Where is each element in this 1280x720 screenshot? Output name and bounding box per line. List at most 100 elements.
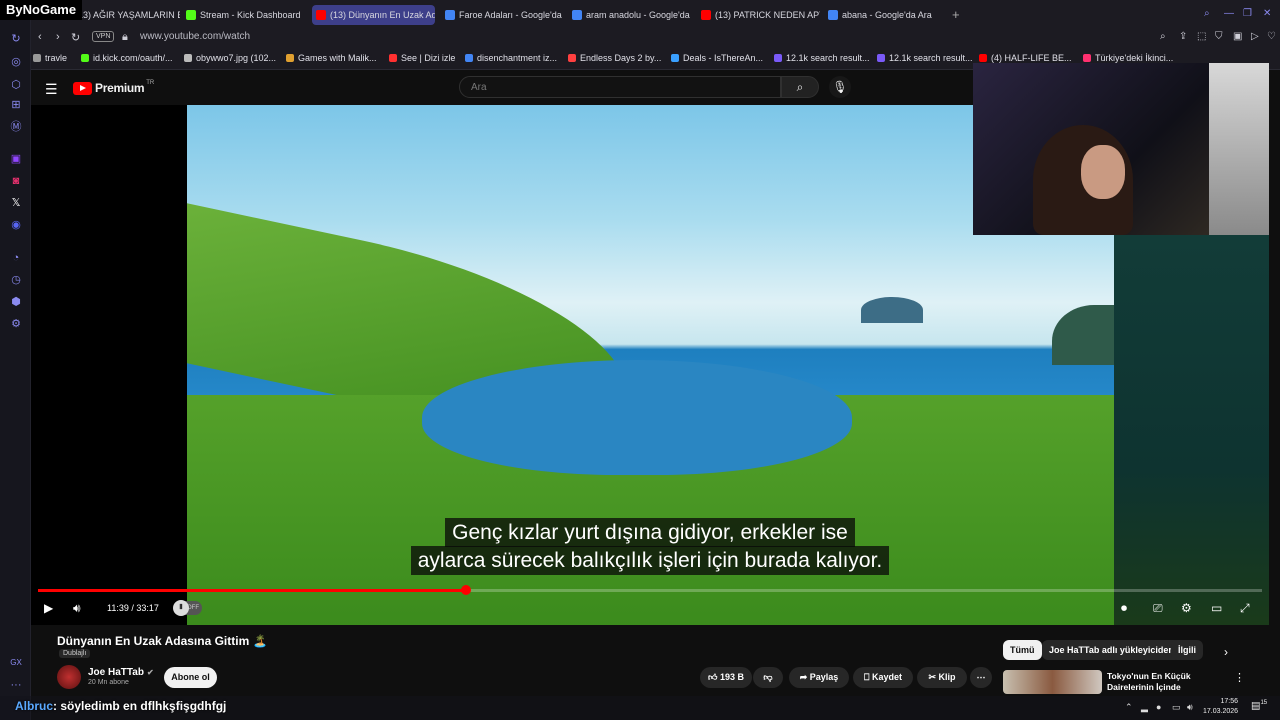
progress-played [38,589,467,592]
close-icon[interactable]: ✕ [1263,8,1271,19]
gx-icon[interactable]: GX [9,656,23,670]
theater-mode-icon[interactable]: ▭ [1211,601,1222,615]
dislike-button[interactable]: 👎︎ [753,667,783,688]
chat-overlay: Albruc: söyledimb en dflhkşfişgdhfgj [15,699,226,713]
bookmark-label: travle [45,53,68,63]
captions-icon[interactable]: ⎚ [1153,601,1163,616]
twitch-icon[interactable]: ▣ [9,152,23,166]
thumbs-up-icon: 👍︎ [708,672,718,682]
tab-7[interactable]: abana - Google'da Ara [824,5,947,25]
chip-related[interactable]: İlgili [1171,640,1203,660]
recommended-title[interactable]: Tokyo'nun En Küçük Dairelerinin İçinde [1107,671,1232,693]
gamepad-icon[interactable]: ⊞ [9,98,23,112]
more-icon[interactable]: ··· [9,678,23,692]
chevron-up-icon[interactable]: ⌃ [1125,702,1133,713]
url-field[interactable]: www.youtube.com/watch [140,31,250,42]
vpn-badge[interactable]: VPN [92,31,115,42]
bookmark-5[interactable]: See | Dizi izle [389,53,455,63]
search-input[interactable]: Ara [459,76,781,98]
tab-5[interactable]: aram anadolu - Google'da [568,5,691,25]
browser-sidebar: ↻ ◎ ⬡ ⊞ Ⓜ ▣ ◙ 𝕏 ◉ ◔ ◷ ⬢ ⚙ GX ··· [0,0,31,720]
zoom-icon[interactable]: ⌕ [1160,31,1166,42]
x-icon[interactable]: 𝕏 [9,196,23,210]
play-button[interactable]: ▶ [44,601,53,615]
tab-3[interactable]: (13) Dünyanın En Uzak Ad [312,5,435,25]
progress-bar[interactable] [38,585,1262,595]
cube-icon[interactable]: ⬡ [9,78,23,92]
clock-icon[interactable]: ◷ [9,273,23,287]
discord-icon[interactable]: ◉ [9,218,23,232]
tab-favicon-icon [701,10,711,20]
new-tab-button[interactable]: + [952,7,960,22]
network-icon[interactable]: ▂ [1141,702,1148,713]
refresh-icon[interactable]: ↻ [9,32,23,46]
clip-button[interactable]: ✂ Klip [917,667,967,688]
more-actions-button[interactable]: ⋯ [970,667,992,688]
system-clock[interactable]: 17:56 17.03.2026 [1203,697,1238,717]
instagram-icon[interactable]: ◙ [9,174,23,188]
play-icon[interactable]: ▷ [1251,31,1259,42]
search-button[interactable]: ⌕ [781,76,819,98]
heart-icon[interactable]: ♡ [1267,31,1276,42]
microphone-icon[interactable]: ● [1156,702,1161,712]
wallet-icon[interactable]: ▣ [1233,31,1242,42]
minimize-icon[interactable]: — [1224,8,1234,19]
bookmark-12[interactable]: Türkiye'deki İkinci... [1083,53,1173,63]
tab-2[interactable]: Stream - Kick Dashboard [182,5,305,25]
forward-icon[interactable]: › [56,31,60,43]
m-icon[interactable]: Ⓜ [9,120,23,134]
bookmark-favicon-icon [568,54,576,62]
bookmark-7[interactable]: Endless Days 2 by... [568,53,661,63]
bookmark-8[interactable]: Deals - IsThereAn... [671,53,763,63]
bookmark-1[interactable]: travle [33,53,67,63]
fullscreen-icon[interactable]: ⤢ [1240,601,1250,616]
bookmark-6[interactable]: disenchantment iz... [465,53,557,63]
bookmark-10[interactable]: 12.1k search result... [877,53,973,63]
search-icon[interactable]: ⌕ [1204,8,1210,19]
screenshot-icon[interactable]: ⬚ [1197,31,1206,42]
bookmark-4[interactable]: Games with Malik... [286,53,377,63]
settings-icon[interactable]: ⚙ [1181,601,1192,615]
notification-icon[interactable]: ▤15 [1251,700,1267,711]
microphone-icon: 🎙︎ [832,80,848,94]
bookmark-11[interactable]: (4) HALF-LIFE BE... [979,53,1072,63]
cube-outline-icon[interactable]: ⬢ [9,295,23,309]
history-icon[interactable]: ◔ [9,251,23,265]
bookmark-3[interactable]: obywwo7.jpg (102... [184,53,276,63]
like-button[interactable]: 👍︎ 193 B [700,667,752,688]
tab-label: Faroe Adaları - Google'da [459,10,562,20]
messenger-icon[interactable]: ◎ [9,55,23,69]
volume-icon[interactable]: 🔊︎ [73,601,81,616]
channel-avatar[interactable] [57,665,81,689]
volume-icon[interactable]: 🔊︎ [1187,702,1193,713]
tab-4[interactable]: Faroe Adaları - Google'da [441,5,564,25]
youtube-logo[interactable]: Premium TR [73,80,154,95]
reload-icon[interactable]: ↻ [71,31,80,44]
microphone-button[interactable]: 🎙︎ [829,76,851,98]
tab-6[interactable]: (13) PATRICK NEDEN APTA [697,5,820,25]
bookmark-2[interactable]: id.kick.com/oauth/... [81,53,173,63]
chip-uploader[interactable]: Joe HaTTab adlı yükleyiciden [1042,640,1181,660]
chevron-right-icon[interactable]: › [1224,645,1228,659]
pause-pill-icon[interactable]: ⏺ [1121,601,1127,616]
autoplay-toggle[interactable]: Ⅱ OFF [173,600,202,616]
settings-icon[interactable]: ⚙ [9,317,23,331]
bookmark-favicon-icon [671,54,679,62]
video-title: Dünyanın En Uzak Adasına Gittim 🏝️ [57,634,268,648]
subscribe-button[interactable]: Abone ol [164,667,217,688]
share-button[interactable]: ➦ Paylaş [789,667,849,688]
shield-icon[interactable]: ⛉ [1215,31,1223,42]
save-button[interactable]: ⎕ Kaydet [853,667,913,688]
tab-label: (13) Dünyanın En Uzak Ad [330,10,435,20]
restore-icon[interactable]: ❐ [1243,8,1252,19]
bookmark-9[interactable]: 12.1k search result... [774,53,870,63]
network-wired-icon[interactable]: ▭ [1172,702,1181,713]
share-icon[interactable]: ⇪ [1179,31,1187,42]
channel-name[interactable]: Joe HaTTab ✔ [88,667,154,678]
back-icon[interactable]: ‹ [38,31,42,43]
more-vert-icon[interactable]: ⋮ [1234,671,1245,684]
recommended-thumbnail[interactable] [1003,670,1102,694]
chip-all[interactable]: Tümü [1003,640,1042,660]
bookmark-favicon-icon [979,54,987,62]
menu-icon[interactable]: ☰ [45,81,58,98]
